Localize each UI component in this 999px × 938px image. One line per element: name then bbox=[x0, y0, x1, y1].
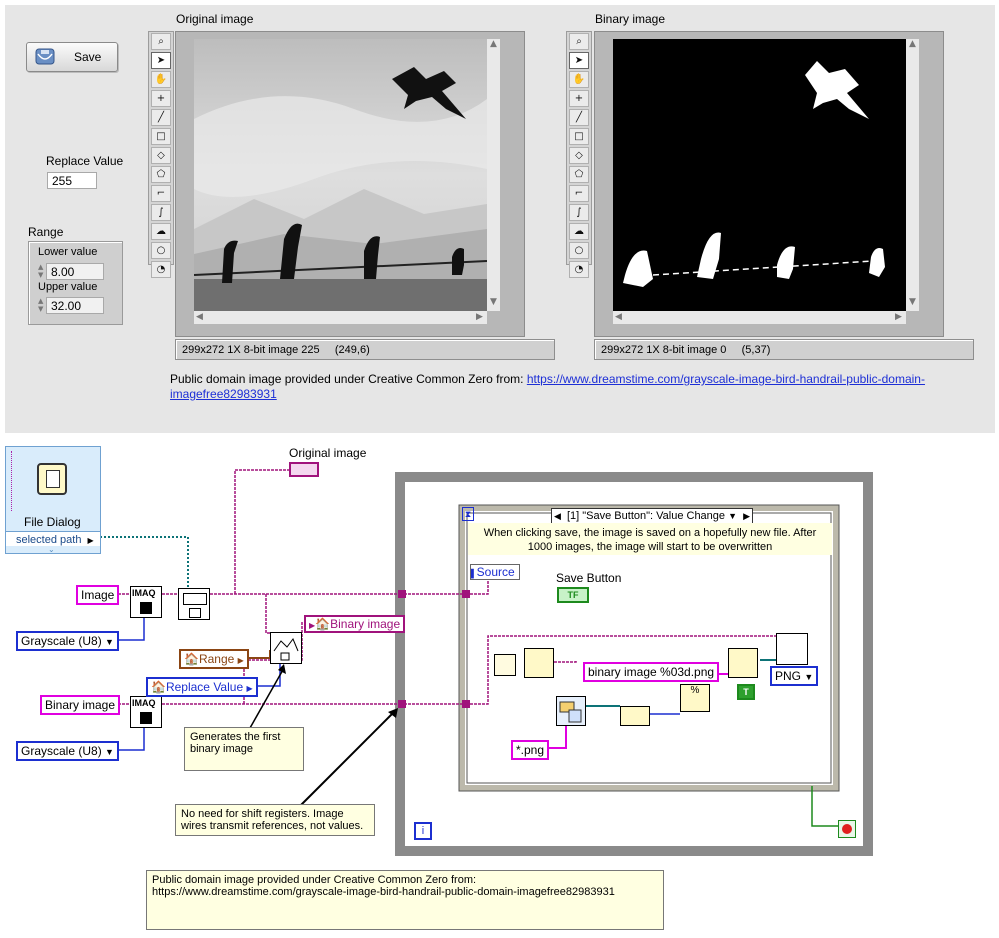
file-type-enum[interactable]: PNG ▼ bbox=[770, 666, 819, 686]
pattern-string-constant[interactable]: *.png bbox=[511, 740, 550, 760]
binary-image-constant[interactable]: Binary image bbox=[40, 695, 121, 715]
save-button-terminal[interactable]: TF bbox=[557, 587, 589, 603]
imaq-create-node-2[interactable]: IMAQ bbox=[130, 696, 162, 728]
event-data-node[interactable]: ▌Source bbox=[470, 564, 520, 580]
original-image-indicator[interactable] bbox=[289, 462, 319, 477]
array-node[interactable] bbox=[620, 706, 650, 726]
imaq-threshold-node[interactable] bbox=[270, 632, 302, 664]
replace-value-local-variable[interactable]: 🏠Replace Value ▶ bbox=[146, 677, 258, 697]
timeout-terminal[interactable]: ⧗ bbox=[462, 507, 474, 521]
grayscale-enum-2[interactable]: Grayscale (U8) ▼ bbox=[16, 741, 119, 761]
imaq-read-file-node[interactable] bbox=[178, 588, 210, 620]
file-dialog-node[interactable]: File Dialog selected path ▶ ⌄ bbox=[5, 446, 101, 554]
file-dialog-icon bbox=[37, 463, 67, 495]
imaq-write-file-node[interactable] bbox=[776, 633, 808, 665]
note-first-binary: Generates the first binary image bbox=[184, 727, 304, 771]
loop-stop-terminal[interactable] bbox=[838, 820, 856, 838]
grayscale-enum-1[interactable]: Grayscale (U8) ▼ bbox=[16, 631, 119, 651]
note-credit: Public domain image provided under Creat… bbox=[146, 870, 664, 930]
block-diagram-wires bbox=[100, 469, 873, 856]
image-constant[interactable]: Image bbox=[76, 585, 120, 605]
original-image-indicator-label: Original image bbox=[289, 446, 367, 460]
build-path-node-1[interactable] bbox=[524, 648, 554, 678]
loop-iteration-terminal[interactable]: i bbox=[414, 822, 432, 840]
selected-path-output[interactable]: selected path ▶ bbox=[6, 531, 100, 546]
true-constant[interactable]: T bbox=[737, 684, 755, 700]
file-dialog-save-node[interactable] bbox=[556, 696, 586, 726]
format-into-string-node[interactable]: % bbox=[680, 684, 710, 712]
build-path-node-2[interactable] bbox=[728, 648, 758, 678]
note-shift-registers: No need for shift registers. Image wires… bbox=[175, 804, 375, 836]
binary-image-indicator[interactable]: ▶🏠Binary image bbox=[304, 615, 406, 633]
app-dir-node[interactable] bbox=[494, 654, 516, 676]
file-dialog-title: File Dialog bbox=[24, 515, 81, 529]
imaq-create-node-1[interactable]: IMAQ bbox=[130, 586, 162, 618]
save-button-terminal-label: Save Button bbox=[556, 571, 622, 585]
range-local-variable[interactable]: 🏠Range ▶ bbox=[179, 649, 249, 669]
event-comment: When clicking save, the image is saved o… bbox=[468, 523, 832, 555]
format-string-constant[interactable]: binary image %03d.png bbox=[583, 662, 720, 682]
